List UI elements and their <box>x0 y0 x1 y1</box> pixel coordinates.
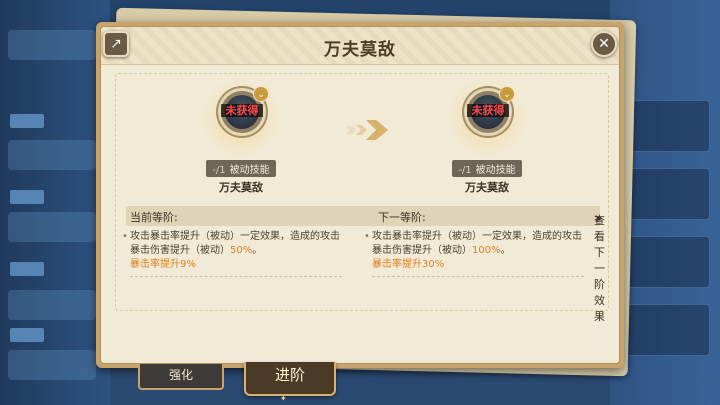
locked-label: 未获得 <box>467 104 509 117</box>
skill-type-label: 被动技能 <box>229 165 270 176</box>
effect-text-end: 。 <box>500 245 511 256</box>
bullet-icon: • <box>122 231 128 242</box>
bullet-icon: • <box>364 231 370 242</box>
dialog-body: 万夫莫敌 未获得 ⌄ -/1 被动技能 万夫莫敌 未获得 ⌄ -/1 被动技能 … <box>100 26 620 364</box>
background-item <box>8 350 96 380</box>
skill-type-tag: -/1 被动技能 <box>206 160 276 177</box>
close-icon[interactable]: ✕ <box>591 31 617 57</box>
dialog-title: 万夫莫敌 <box>324 40 396 60</box>
effect-text-end: 。 <box>252 245 263 256</box>
skill-advance-dialog: 万夫莫敌 未获得 ⌄ -/1 被动技能 万夫莫敌 未获得 ⌄ -/1 被动技能 … <box>96 22 624 368</box>
tab-advance[interactable]: 进阶 ✦ <box>244 362 336 403</box>
advance-arrow-icon <box>346 120 388 140</box>
skill-compare-box: 未获得 ⌄ -/1 被动技能 万夫莫敌 未获得 ⌄ -/1 被动技能 万夫莫敌 … <box>115 73 609 323</box>
next-level-header: 下一等阶: <box>378 211 426 224</box>
locked-label: 未获得 <box>221 104 263 117</box>
background-tag <box>10 262 44 276</box>
background-item <box>8 290 96 320</box>
share-out-icon[interactable]: ↗ <box>103 31 129 57</box>
skill-type-tag: -/1 被动技能 <box>452 160 522 177</box>
skill-name: 万夫莫敌 <box>465 181 509 194</box>
background-card <box>624 168 710 220</box>
current-effect-desc: • 攻击暴击率提升（被动）一定效果，造成的攻击暴击伤害提升（被动）50%。 暴击率… <box>122 230 348 277</box>
chevron-right-icon: ➤ <box>594 212 604 225</box>
view-next-effect-label: 查看下一阶效果 <box>594 214 605 323</box>
background-card <box>624 236 710 288</box>
effect-text: 攻击暴击率提升（被动）一定效果，造成的攻击暴击伤害提升（被动）100%。 暴击率提… <box>372 230 584 277</box>
background-item <box>8 30 96 60</box>
next-skill: 未获得 ⌄ -/1 被动技能 万夫莫敌 <box>422 78 552 195</box>
current-level-header: 当前等阶: <box>130 211 178 224</box>
background-left-panel <box>0 0 110 405</box>
double-chevron-down-icon: ⌄ <box>253 86 269 102</box>
skill-icon-frame[interactable]: 未获得 ⌄ <box>442 78 532 158</box>
skill-name: 万夫莫敌 <box>219 181 263 194</box>
title-bar: 万夫莫敌 <box>101 27 619 65</box>
skill-level: -/1 <box>212 165 226 176</box>
background-tag <box>10 190 44 204</box>
tab-upgrade[interactable]: 强化 <box>138 364 224 390</box>
level-header-strip: 当前等阶: 下一等阶: 查看下一阶效果 ➤ <box>126 206 605 323</box>
effect-value: 100% <box>472 245 501 256</box>
background-item <box>8 212 96 242</box>
current-skill: 未获得 ⌄ -/1 被动技能 万夫莫敌 <box>176 78 306 195</box>
effect-bonus: 暴击率提升9% <box>130 259 196 270</box>
background-card <box>624 304 710 356</box>
tab-advance-label: 进阶 <box>274 366 305 384</box>
skill-type-label: 被动技能 <box>475 165 516 176</box>
background-item <box>8 140 96 170</box>
sparkle-icon: ✦ <box>280 394 287 403</box>
effect-bonus: 暴击率提升30% <box>372 259 445 270</box>
background-tag <box>10 114 44 128</box>
skill-icon-frame[interactable]: 未获得 ⌄ <box>196 78 286 158</box>
double-chevron-down-icon: ⌄ <box>499 86 515 102</box>
effect-text: 攻击暴击率提升（被动）一定效果，造成的攻击暴击伤害提升（被动）50%。 暴击率提升… <box>130 230 342 277</box>
skill-level: -/1 <box>458 165 472 176</box>
background-card <box>624 100 710 152</box>
next-effect-desc: • 攻击暴击率提升（被动）一定效果，造成的攻击暴击伤害提升（被动）100%。 暴击… <box>364 230 590 277</box>
effect-value: 50% <box>230 245 253 256</box>
background-tag <box>10 328 44 342</box>
